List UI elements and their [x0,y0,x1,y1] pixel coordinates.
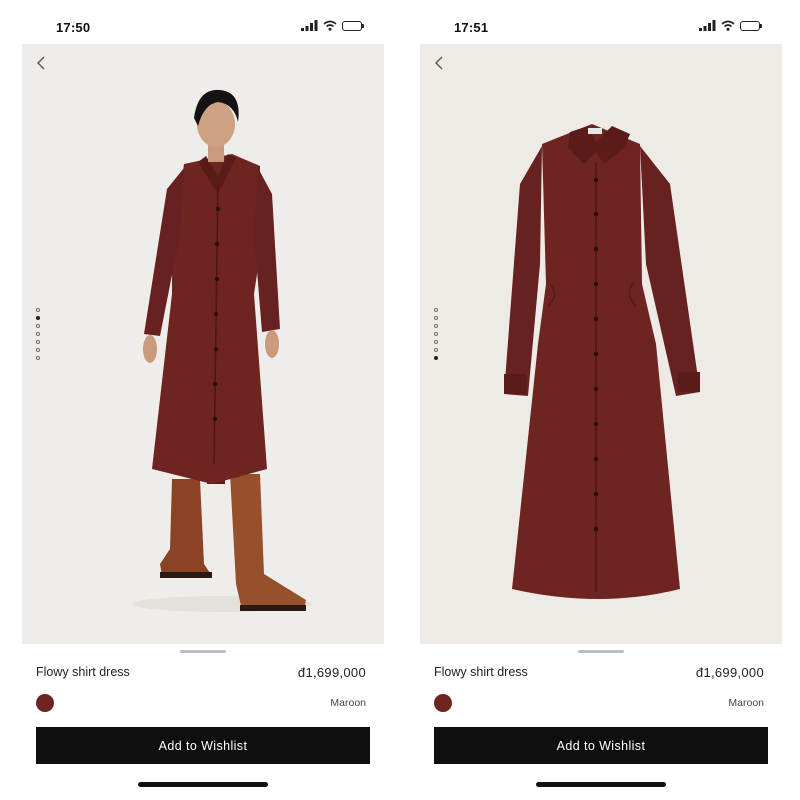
color-swatch[interactable] [434,694,452,712]
battery-icon [342,20,364,31]
status-bar: 17:51 [418,0,778,44]
home-indicator [536,782,666,787]
wifi-icon [721,20,735,31]
status-time: 17:51 [454,20,489,35]
pager-dot[interactable] [36,348,40,352]
pager-dot-active[interactable] [36,316,40,320]
pager-dot[interactable] [434,308,438,312]
phone-screen-right: 17:51 Flowy shirt dress đ1,699,000 Maroo… [418,0,782,800]
pager-dot[interactable] [434,332,438,336]
back-button[interactable] [428,52,450,74]
pager-dot[interactable] [36,356,40,360]
pager-dot[interactable] [36,340,40,344]
pager-dot[interactable] [434,340,438,344]
sheet-drag-handle[interactable] [180,650,226,653]
status-time: 17:50 [56,20,91,35]
product-price: đ1,699,000 [695,665,764,680]
phone-screen-left: 17:50 Flowy shirt dress đ1,699,000 Maroo… [20,0,384,800]
pager-dot[interactable] [434,316,438,320]
model-photo [22,44,384,644]
pager-dot[interactable] [36,324,40,328]
product-price: đ1,699,000 [297,665,366,680]
add-to-wishlist-button[interactable]: Add to Wishlist [434,727,768,764]
product-name: Flowy shirt dress [434,665,528,679]
pager-dot-active[interactable] [434,356,438,360]
back-chevron-icon [37,56,45,70]
product-image[interactable] [420,44,782,644]
add-to-wishlist-button[interactable]: Add to Wishlist [36,727,370,764]
battery-icon [740,20,762,31]
sheet-drag-handle[interactable] [578,650,624,653]
pager-dot[interactable] [434,324,438,328]
pager-dot[interactable] [36,308,40,312]
product-image[interactable] [22,44,384,644]
wifi-icon [323,20,337,31]
color-swatch[interactable] [36,694,54,712]
image-pager[interactable] [36,308,40,360]
signal-icon [699,20,716,31]
flat-lay-photo [420,44,782,644]
color-name: Maroon [330,697,366,709]
pager-dot[interactable] [434,348,438,352]
status-icons [301,20,364,31]
image-pager[interactable] [434,308,438,360]
status-icons [699,20,762,31]
back-chevron-icon [435,56,443,70]
product-name: Flowy shirt dress [36,665,130,679]
home-indicator [138,782,268,787]
color-name: Maroon [728,697,764,709]
pager-dot[interactable] [36,332,40,336]
status-bar: 17:50 [20,0,380,44]
back-button[interactable] [30,52,52,74]
signal-icon [301,20,318,31]
